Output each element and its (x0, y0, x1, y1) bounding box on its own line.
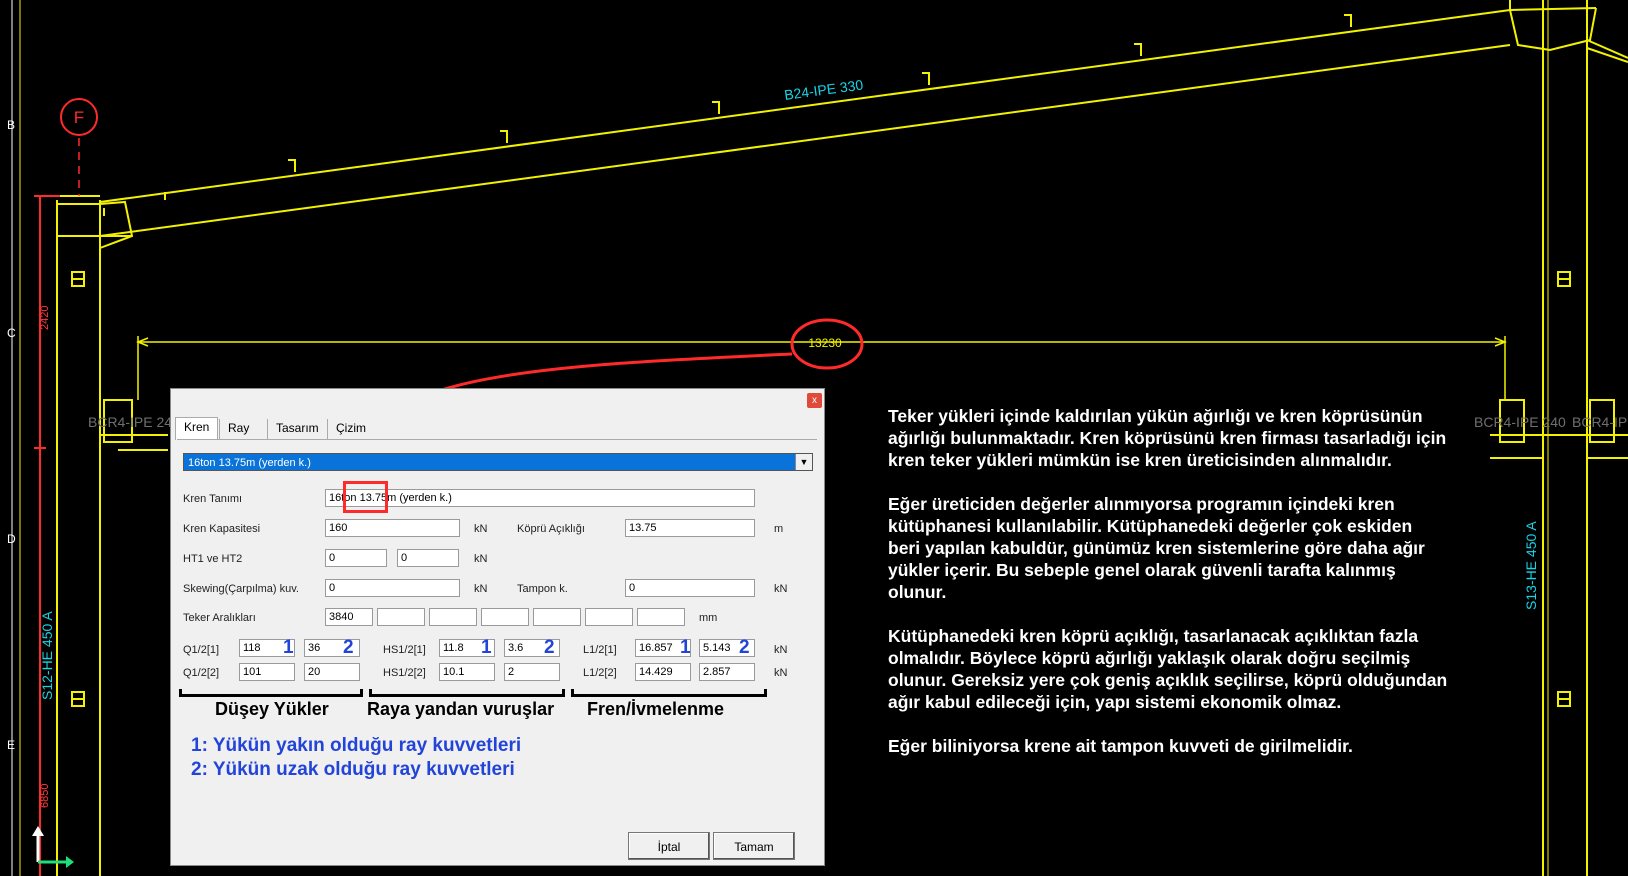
legend-line-2: 2: Yükün uzak olduğu ray kuvvetleri (191, 759, 515, 780)
wheel-spacing-input-5[interactable] (533, 608, 581, 626)
wheel-spacing-input-2[interactable] (377, 608, 425, 626)
label-teker: Teker Aralıkları (183, 612, 256, 624)
ht2-input[interactable]: 0 (397, 549, 459, 567)
description-paragraph-4: Eğer biliniyorsa krene ait tampon kuvvet… (888, 736, 1353, 756)
left-column (40, 195, 101, 876)
description-panel: Teker yükleri içinde kaldırılan yükün ağ… (888, 405, 1448, 779)
tab-ray[interactable]: Ray (219, 419, 257, 439)
crane-beam-right-label-1: BCR4-IPE 240 (1474, 414, 1566, 430)
ht1-input[interactable]: 0 (325, 549, 387, 567)
right-column (1509, 0, 1628, 876)
row-label-c: C (7, 326, 16, 340)
label-kren-kapasitesi: Kren Kapasitesi (183, 523, 261, 535)
q2-input-2[interactable]: 20 (304, 663, 360, 681)
index-2: 2 (544, 637, 555, 658)
index-1: 1 (481, 637, 492, 658)
label-q2: Q1/2[2] (183, 667, 220, 679)
hs2-input-1[interactable]: 10.1 (439, 663, 495, 681)
crane-beam-left-label: BCR4-IPE 240 (88, 414, 180, 430)
axis-marker-label: F (74, 108, 84, 127)
crane-name-input[interactable]: 16ton 13.75m (yerden k.) (325, 489, 755, 507)
hs2-input-2[interactable]: 2 (504, 663, 560, 681)
label-l2: L1/2[2] (583, 667, 617, 679)
tab-cizim[interactable]: Çizim (327, 419, 374, 439)
index-1: 1 (680, 637, 691, 658)
highlight-box (343, 481, 388, 513)
ucs-icon (32, 826, 74, 868)
buffer-force-input[interactable]: 0 (625, 579, 755, 597)
label-l1: L1/2[1] (583, 644, 617, 656)
l2-input-2[interactable]: 2.857 (699, 663, 755, 681)
height-label-bottom: 6850 (39, 784, 51, 808)
row-label-b: B (7, 118, 16, 132)
index-1: 1 (283, 637, 294, 658)
wheel-spacing-input-3[interactable] (429, 608, 477, 626)
label-ht: HT1 ve HT2 (183, 553, 243, 565)
tab-tasarim[interactable]: Tasarım (267, 419, 327, 439)
crane-library-select[interactable]: 16ton 13.75m (yerden k.) ▼ (183, 453, 813, 471)
unit-kn: kN (474, 583, 488, 595)
index-2: 2 (343, 637, 354, 658)
column-left-label: S12-HE 450 A (39, 611, 55, 700)
unit-kn: kN (774, 644, 788, 656)
label-q1: Q1/2[1] (183, 644, 220, 656)
skewing-input[interactable]: 0 (325, 579, 460, 597)
unit-kn: kN (474, 523, 488, 535)
bridge-span-input[interactable]: 13.75 (625, 519, 755, 537)
l2-input-1[interactable]: 14.429 (635, 663, 691, 681)
span-dimension-value: 13230 (808, 336, 842, 350)
index-2: 2 (739, 637, 750, 658)
wheel-spacing-input-4[interactable] (481, 608, 529, 626)
unit-kn: kN (774, 667, 788, 679)
unit-kn: kN (474, 553, 488, 565)
bracket-vertical (179, 689, 363, 697)
crane-capacity-input[interactable]: 160 (325, 519, 460, 537)
bracket-braking (571, 689, 767, 697)
description-paragraph-1: Teker yükleri içinde kaldırılan yükün ağ… (888, 406, 1447, 470)
unit-m: m (774, 523, 784, 535)
cancel-button[interactable]: İptal (628, 832, 710, 860)
label-hs2: HS1/2[2] (383, 667, 426, 679)
crane-beam-right-label-2: BCR4-IPE 240 (1572, 414, 1628, 430)
column-right-label: S13-HE 450 A (1523, 521, 1539, 610)
wheel-spacing-input-1[interactable]: 3840 (325, 608, 373, 626)
label-skewing: Skewing(Çarpılma) kuv. (183, 583, 299, 595)
unit-mm: mm (699, 612, 718, 624)
ok-button[interactable]: Tamam (713, 832, 795, 860)
row-label-d: D (7, 532, 16, 546)
roof-beam (99, 9, 1511, 249)
chevron-down-icon[interactable]: ▼ (795, 454, 812, 470)
q2-input-1[interactable]: 101 (239, 663, 295, 681)
section-lateral-impacts: Raya yandan vuruşlar (367, 699, 555, 719)
wheel-spacing-input-7[interactable] (637, 608, 685, 626)
crane-select-value: 16ton 13.75m (yerden k.) (188, 457, 311, 469)
tab-kren[interactable]: Kren (175, 417, 219, 440)
axis-marker: F (60, 98, 98, 196)
label-tampon: Tampon k. (517, 583, 568, 595)
close-icon[interactable]: x (807, 393, 822, 408)
label-hs1: HS1/2[1] (383, 644, 426, 656)
description-paragraph-2: Eğer üreticiden değerler alınmıyorsa pro… (888, 494, 1425, 602)
crane-dialog: x Kren Ray Tasarım Çizim 16ton 13.75m (y… (170, 388, 825, 866)
height-label-top: 2420 (39, 306, 51, 330)
row-label-e: E (7, 738, 16, 752)
bracket-lateral (369, 689, 565, 697)
label-kren-tanimi: Kren Tanımı (183, 493, 243, 505)
section-vertical-loads: Düşey Yükler (215, 699, 329, 719)
section-braking: Fren/İvmelenme (587, 699, 725, 719)
legend-line-1: 1: Yükün yakın olduğu ray kuvvetleri (191, 735, 522, 756)
unit-kn: kN (774, 583, 788, 595)
description-paragraph-3: Kütüphanedeki kren köprü açıklığı, tasar… (888, 626, 1448, 712)
wheel-spacing-input-6[interactable] (585, 608, 633, 626)
label-kopru-acikligi: Köprü Açıklığı (517, 523, 585, 535)
purlin-marks (103, 14, 1352, 216)
